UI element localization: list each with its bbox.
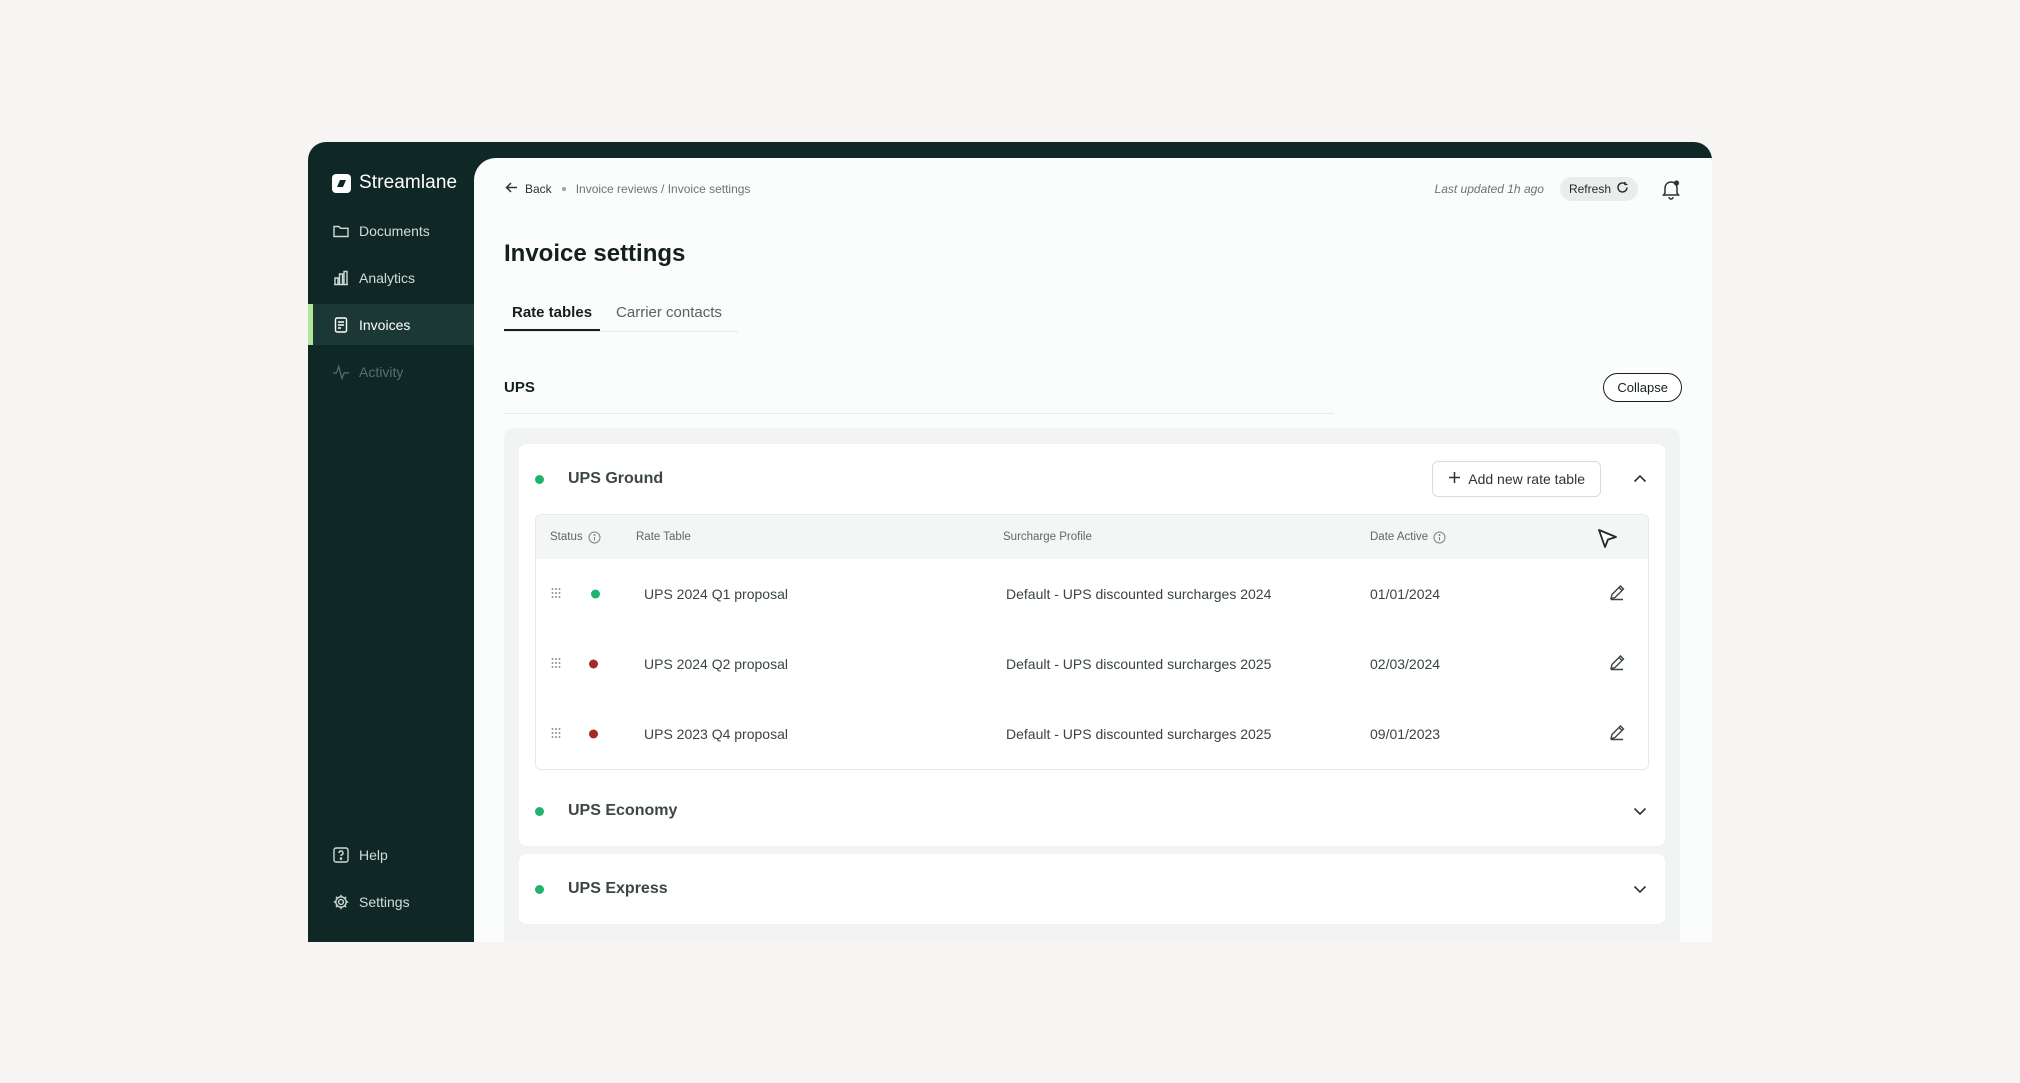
mouse-cursor-icon xyxy=(1596,527,1620,556)
activity-icon xyxy=(332,363,350,381)
add-rate-table-button[interactable]: Add new rate table xyxy=(1432,461,1601,497)
topbar-actions: Last updated 1h ago Refresh xyxy=(1435,177,1682,201)
rate-table-name[interactable]: UPS 2024 Q1 proposal xyxy=(644,586,788,602)
plus-icon xyxy=(1448,471,1461,487)
surcharge-profile: Default - UPS discounted surcharges 2025 xyxy=(1006,656,1272,672)
tab-carrier-contacts[interactable]: Carrier contacts xyxy=(608,304,730,331)
rate-table-name[interactable]: UPS 2023 Q4 proposal xyxy=(644,726,788,742)
table-row[interactable]: UPS 2024 Q2 proposal Default - UPS disco… xyxy=(536,629,1648,699)
status-dot xyxy=(591,589,600,599)
sidebar-bottom: Help Settings xyxy=(308,834,474,928)
main-panel: Back Invoice reviews / Invoice settings … xyxy=(474,158,1712,942)
help-icon xyxy=(332,846,350,864)
logo-mark-icon xyxy=(332,173,351,193)
column-label: Date Active xyxy=(1370,531,1429,543)
collapse-button[interactable]: Collapse xyxy=(1603,372,1682,402)
refresh-icon xyxy=(1616,181,1629,197)
column-header-status: Status xyxy=(550,531,601,544)
section-divider xyxy=(504,413,1334,414)
last-updated-text: Last updated 1h ago xyxy=(1434,182,1544,196)
carrier-name: UPS Express xyxy=(568,880,668,897)
tab-rate-tables[interactable]: Rate tables xyxy=(504,304,601,331)
rate-table-list: Status Rate Table Surcharge Profile Date… xyxy=(535,514,1649,770)
bell-icon xyxy=(1660,180,1682,204)
page-title: Invoice settings xyxy=(504,240,686,267)
bar-chart-icon xyxy=(332,269,350,287)
status-dot xyxy=(589,729,598,739)
carrier-header[interactable]: UPS Express xyxy=(519,854,1665,924)
info-icon[interactable] xyxy=(1433,531,1446,544)
table-row[interactable]: UPS 2023 Q4 proposal Default - UPS disco… xyxy=(536,699,1648,769)
status-dot xyxy=(535,474,544,484)
back-button[interactable]: Back xyxy=(504,180,552,198)
carrier-card-ups-express: UPS Express xyxy=(519,854,1665,924)
surcharge-profile: Default - UPS discounted surcharges 2025 xyxy=(1006,726,1272,742)
sidebar-item-label: Documents xyxy=(359,222,430,239)
sidebar-item-invoices[interactable]: Invoices xyxy=(308,304,474,345)
breadcrumb[interactable]: Invoice reviews / Invoice settings xyxy=(576,182,751,196)
status-dot xyxy=(589,659,598,669)
app-window: Streamlane Documents Analytics Invoices xyxy=(308,142,1712,942)
table-header: Status Rate Table Surcharge Profile Date… xyxy=(536,515,1648,559)
info-icon[interactable] xyxy=(588,531,601,544)
sidebar-item-settings[interactable]: Settings xyxy=(308,881,474,922)
gear-icon xyxy=(332,893,350,911)
sidebar-nav: Documents Analytics Invoices Activity xyxy=(308,210,474,398)
edit-pencil-icon[interactable] xyxy=(1608,724,1626,745)
logo[interactable]: Streamlane xyxy=(332,172,457,194)
invoice-icon xyxy=(332,316,350,334)
column-header-surcharge-profile: Surcharge Profile xyxy=(1003,531,1092,543)
sidebar-item-label: Analytics xyxy=(359,269,416,286)
carrier-list: UPS Ground Add new rate table Status Rat… xyxy=(504,428,1680,942)
status-dot xyxy=(535,884,544,894)
app-name: Streamlane xyxy=(359,172,458,193)
edit-pencil-icon[interactable] xyxy=(1608,584,1626,605)
column-header-rate-table: Rate Table xyxy=(636,531,691,543)
arrow-left-icon xyxy=(504,180,519,198)
sidebar-item-help[interactable]: Help xyxy=(308,834,474,875)
column-header-date-active: Date Active xyxy=(1370,531,1446,544)
carrier-name: UPS Economy xyxy=(568,802,678,819)
breadcrumb-separator xyxy=(561,187,566,191)
back-label: Back xyxy=(525,182,552,196)
notifications-button[interactable] xyxy=(1660,178,1682,200)
table-row[interactable]: UPS 2024 Q1 proposal Default - UPS disco… xyxy=(536,559,1648,629)
carrier-header[interactable]: UPS Economy xyxy=(519,776,1665,846)
folder-icon xyxy=(332,222,350,240)
carrier-card-ups-economy: UPS Economy xyxy=(519,776,1665,846)
sidebar-item-documents[interactable]: Documents xyxy=(308,210,474,251)
rate-table-name[interactable]: UPS 2024 Q2 proposal xyxy=(644,656,788,672)
sidebar-item-label: Help xyxy=(359,846,388,863)
date-active: 09/01/2023 xyxy=(1370,726,1441,742)
drag-handle-icon[interactable] xyxy=(550,726,562,742)
tab-bar: Rate tables Carrier contacts xyxy=(504,304,738,332)
column-label: Status xyxy=(550,531,583,543)
chevron-down-icon[interactable] xyxy=(1631,802,1649,820)
date-active: 02/03/2024 xyxy=(1370,656,1441,672)
surcharge-profile: Default - UPS discounted surcharges 2024 xyxy=(1006,586,1272,602)
chevron-down-icon[interactable] xyxy=(1631,880,1649,898)
chevron-up-icon[interactable] xyxy=(1631,470,1649,488)
section-header: UPS Collapse xyxy=(504,370,1682,414)
refresh-label: Refresh xyxy=(1568,182,1611,196)
refresh-button[interactable]: Refresh xyxy=(1559,177,1638,201)
carrier-name: UPS Ground xyxy=(568,470,664,487)
section-title: UPS xyxy=(504,378,535,396)
status-dot xyxy=(535,806,544,816)
sidebar: Streamlane Documents Analytics Invoices xyxy=(308,142,474,942)
carrier-card-ups-ground: UPS Ground Add new rate table Status Rat… xyxy=(519,444,1665,786)
sidebar-item-label: Settings xyxy=(359,893,410,910)
edit-pencil-icon[interactable] xyxy=(1608,654,1626,675)
topbar: Back Invoice reviews / Invoice settings … xyxy=(504,176,1682,202)
sidebar-item-label: Invoices xyxy=(359,316,411,333)
drag-handle-icon[interactable] xyxy=(550,586,562,602)
date-active: 01/01/2024 xyxy=(1370,586,1441,602)
add-rate-table-label: Add new rate table xyxy=(1468,471,1585,487)
sidebar-item-label: Activity xyxy=(359,363,404,380)
drag-handle-icon[interactable] xyxy=(550,656,562,672)
sidebar-item-activity: Activity xyxy=(308,351,474,392)
sidebar-item-analytics[interactable]: Analytics xyxy=(308,257,474,298)
carrier-header[interactable]: UPS Ground Add new rate table xyxy=(519,444,1665,514)
